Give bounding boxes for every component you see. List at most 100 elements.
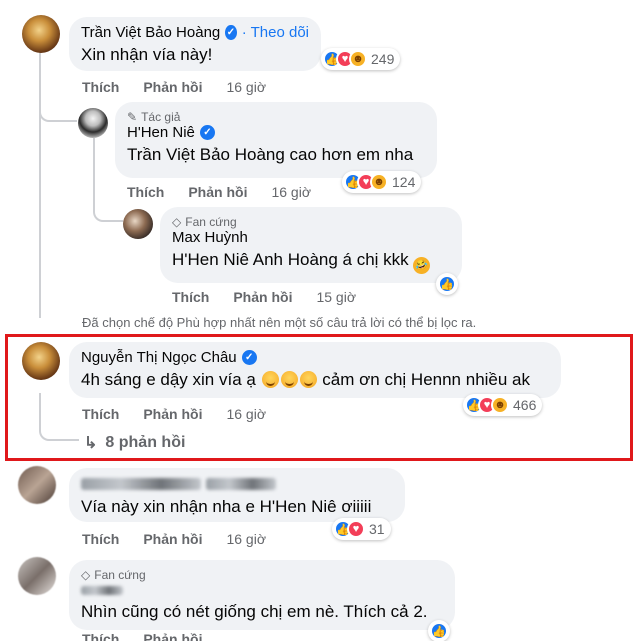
- like-button[interactable]: Thích: [82, 631, 119, 641]
- timestamp[interactable]: 15 giờ: [316, 289, 356, 305]
- fan-badge: ◇ Fan cứng: [172, 214, 450, 229]
- author-name[interactable]: H'Hen Niê: [127, 124, 195, 141]
- fan-badge: ◇ Fan cứng: [81, 567, 443, 582]
- love-reaction-icon: ♥: [347, 520, 365, 538]
- reply-button[interactable]: Phản hồi: [143, 79, 202, 95]
- comment-author: Trần Việt Bảo Hoàng ✓ · Theo dõi: [81, 24, 309, 41]
- avatar[interactable]: [22, 342, 60, 380]
- comment-text: Nhìn cũng có nét giống chị em nè. Thích …: [81, 602, 428, 621]
- thread-line: [93, 138, 95, 188]
- badge-label: Fan cứng: [185, 214, 237, 229]
- redacted-name: [206, 478, 276, 490]
- timestamp[interactable]: 16 giờ: [226, 531, 266, 547]
- badge-label: Fan cứng: [94, 567, 146, 582]
- badge-label: Tác giả: [141, 109, 181, 124]
- thread-elbow: [93, 186, 123, 222]
- comment-text-part: ơiiiii: [336, 497, 372, 516]
- reaction-summary[interactable]: 👍 ♥ ☻ 466: [463, 394, 543, 416]
- rofl-emoji-icon: 😂: [411, 254, 433, 277]
- care-reaction-icon: ☻: [491, 396, 509, 414]
- like-button[interactable]: Thích: [82, 406, 119, 422]
- comment-bubble: Trần Việt Bảo Hoàng ✓ · Theo dõi Xin nhậ…: [69, 17, 321, 71]
- reaction-summary[interactable]: 👍: [428, 620, 450, 641]
- smile-emoji-icon: [261, 371, 279, 388]
- like-reaction-icon: 👍: [438, 275, 456, 293]
- care-reaction-icon: ☻: [349, 50, 367, 68]
- comment-text-part: cảm ơn chị Hennn nhiều ak: [317, 370, 531, 389]
- redacted-name: [81, 585, 123, 595]
- like-button[interactable]: Thích: [82, 79, 119, 95]
- avatar[interactable]: [123, 209, 153, 239]
- reaction-count: 124: [392, 174, 416, 190]
- comment-actions: Thích Phản hồi: [82, 631, 202, 641]
- comment-bubble: ✎ Tác giả H'Hen Niê ✓ Trần Việt Bảo Hoàn…: [115, 102, 437, 178]
- reply-button[interactable]: Phản hồi: [143, 531, 202, 547]
- verified-badge-icon: ✓: [241, 350, 257, 365]
- author-name[interactable]: Max Huỳnh: [172, 229, 248, 246]
- reply-button[interactable]: Phản hồi: [188, 184, 247, 200]
- reaction-count: 249: [371, 51, 395, 67]
- comment-text: Trần Việt Bảo Hoàng cao hơn em nha: [127, 145, 425, 165]
- avatar[interactable]: [22, 15, 60, 53]
- comment-author-redacted: [81, 582, 443, 598]
- comment-bubble: Nguyễn Thị Ngọc Châu ✓ 4h sáng e dậy xin…: [69, 342, 561, 398]
- comment-text-rest: Anh Hoàng á chị kkk: [248, 250, 409, 269]
- reply-button[interactable]: Phản hồi: [233, 289, 292, 305]
- thread-line: [39, 48, 41, 318]
- pencil-icon: ✎: [127, 109, 138, 124]
- comment-bubble: ◇ Fan cứng Max Huỳnh H'Hen Niê Anh Hoàng…: [160, 207, 462, 283]
- reaction-count: 31: [369, 521, 385, 537]
- timestamp[interactable]: 16 giờ: [226, 406, 266, 422]
- like-reaction-icon: 👍: [430, 622, 448, 640]
- comment-author-redacted: [81, 475, 393, 493]
- like-button[interactable]: Thích: [82, 531, 119, 547]
- avatar[interactable]: [18, 557, 56, 595]
- comment-actions: Thích Phản hồi 16 giờ: [82, 406, 266, 422]
- comment-bubble: ◇ Fan cứng Nhìn cũng có nét giống chị em…: [69, 560, 455, 630]
- comment-text-part: Vía này xin nhận nha e: [81, 497, 260, 516]
- like-button[interactable]: Thích: [172, 289, 209, 305]
- reply-button[interactable]: Phản hồi: [143, 631, 202, 641]
- comment-bubble: Vía này xin nhận nha e H'Hen Niê ơiiiii: [69, 468, 405, 522]
- follow-link[interactable]: · Theo dõi: [242, 24, 309, 41]
- avatar[interactable]: [18, 466, 56, 504]
- view-replies-link[interactable]: ↳ 8 phản hồi: [84, 433, 185, 453]
- author-badge: ✎ Tác giả: [127, 109, 425, 124]
- comment-text: H'Hen Niê Anh Hoàng á chị kkk 😂: [172, 250, 450, 277]
- timestamp[interactable]: 16 giờ: [226, 79, 266, 95]
- comment-actions: Thích Phản hồi 16 giờ: [82, 531, 266, 547]
- mention-link[interactable]: H'Hen Niê: [172, 250, 249, 269]
- reaction-summary[interactable]: 👍: [436, 273, 458, 295]
- avatar[interactable]: [78, 108, 108, 138]
- filter-notice: Đã chọn chế độ Phù hợp nhất nên một số c…: [82, 315, 477, 330]
- thread-elbow: [39, 96, 77, 122]
- timestamp[interactable]: 16 giờ: [271, 184, 311, 200]
- comment-author: H'Hen Niê ✓: [127, 124, 425, 141]
- redacted-name: [81, 478, 201, 490]
- smile-emoji-icon: [280, 371, 298, 388]
- reaction-summary[interactable]: 👍 ♥ 31: [332, 518, 391, 540]
- comment-actions: Thích Phản hồi 16 giờ: [127, 184, 311, 200]
- comment-text-part: 4h sáng e dậy xin vía ạ: [81, 370, 256, 389]
- verified-badge-icon: ✓: [199, 125, 215, 140]
- reaction-count: 466: [513, 397, 537, 413]
- replies-count-label: 8 phản hồi: [105, 434, 186, 451]
- reply-arrow-icon: ↳: [84, 435, 98, 452]
- reaction-summary[interactable]: 👍 ♥ ☻ 249: [321, 48, 401, 70]
- author-name[interactable]: Nguyễn Thị Ngọc Châu: [81, 349, 237, 366]
- smile-emoji-icon: [299, 371, 317, 388]
- comment-text: Vía này xin nhận nha e H'Hen Niê ơiiiii: [81, 497, 393, 517]
- like-button[interactable]: Thích: [127, 184, 164, 200]
- diamond-icon: ◇: [81, 567, 91, 582]
- reaction-summary[interactable]: 👍 ♥ ☻ 124: [342, 171, 422, 193]
- mention-link[interactable]: H'Hen Niê: [260, 497, 337, 516]
- diamond-icon: ◇: [172, 214, 182, 229]
- reply-button[interactable]: Phản hồi: [143, 406, 202, 422]
- comment-author: Nguyễn Thị Ngọc Châu ✓: [81, 349, 549, 366]
- mention-link[interactable]: Trần Việt Bảo Hoàng: [127, 145, 285, 164]
- comment-text-rest: cao hơn em nha: [284, 145, 414, 164]
- verified-badge-icon: ✓: [225, 25, 237, 40]
- author-name[interactable]: Trần Việt Bảo Hoàng: [81, 24, 220, 41]
- comment-text: Xin nhận vía này!: [81, 45, 213, 64]
- comment-text: 4h sáng e dậy xin vía ạ cảm ơn chị Hennn…: [81, 370, 549, 390]
